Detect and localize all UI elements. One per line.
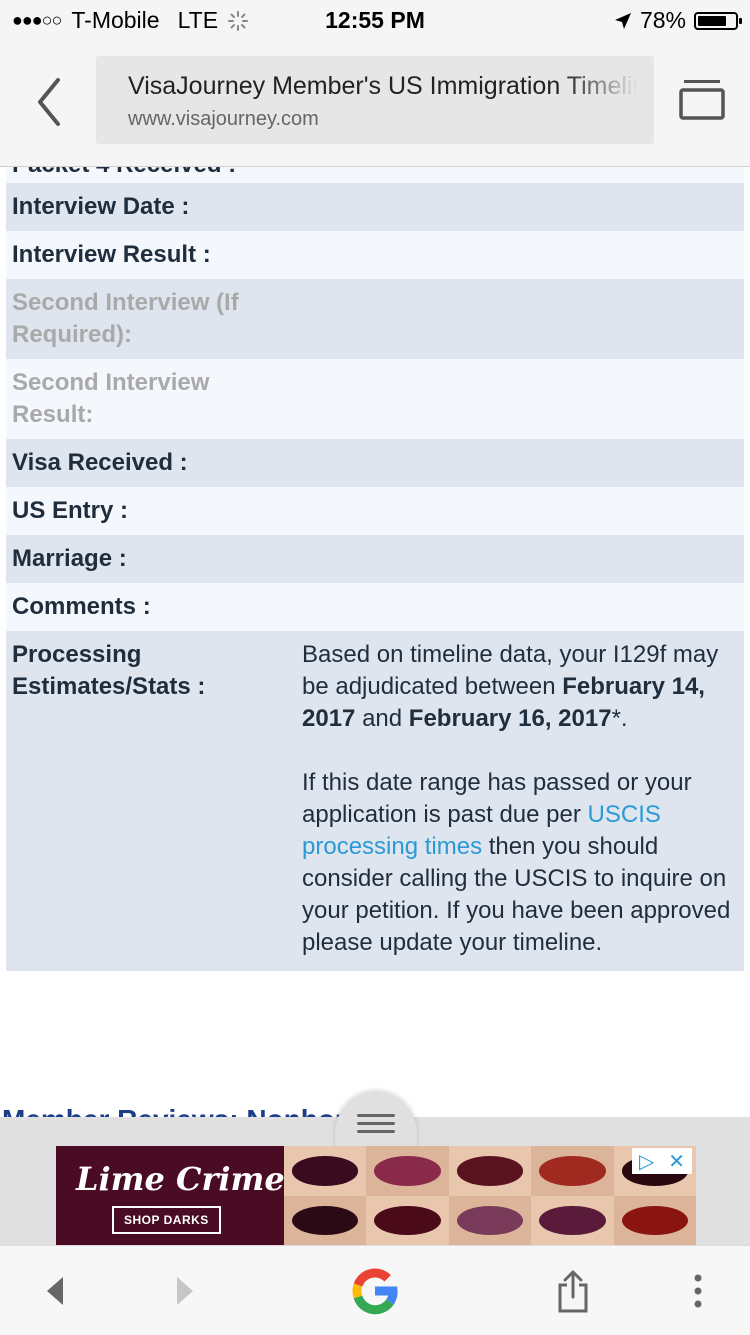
lip-swatch (448, 1146, 532, 1196)
address-bar[interactable]: VisaJourney Member's US Immigration Time… (96, 56, 654, 144)
ad-banner[interactable]: Lime Crime. SHOP DARKS ▷ ✕ (0, 1146, 750, 1245)
bottom-toolbar (0, 1245, 750, 1335)
row-label: Visa Received : (12, 449, 188, 476)
row-label: Interview Date : (12, 193, 190, 220)
lip-swatch (613, 1195, 696, 1245)
lip-swatch (531, 1146, 614, 1196)
lip-swatch (448, 1195, 532, 1245)
estimate-and: and (362, 705, 403, 732)
lip-shape (374, 1156, 441, 1186)
page-title: VisaJourney Member's US Immigration Time… (128, 72, 638, 100)
row-label: Second Interview (If Required): (12, 289, 239, 348)
processing-estimate-text: Based on timeline data, your I129f may b… (302, 639, 738, 959)
google-logo-icon (352, 1268, 398, 1314)
row-label: Second Interview Result: (12, 369, 210, 428)
close-ad-icon[interactable]: ✕ (668, 1149, 685, 1174)
lip-swatch (366, 1195, 449, 1245)
table-row-partial: Packet 4 Received : (6, 167, 744, 183)
back-arrow-icon (47, 1276, 63, 1305)
ad-creative[interactable]: Lime Crime. SHOP DARKS (56, 1146, 696, 1245)
row-label: Comments : (12, 593, 151, 620)
status-bar: ●●●○○ T-Mobile LTE 12:55 PM 78% (0, 0, 750, 40)
timeline-table: Packet 4 Received : Interview Date : Int… (0, 167, 750, 1001)
estimate-asterisk: *. (611, 705, 628, 732)
row-label: Processing Estimates/Stats : (12, 641, 206, 700)
battery-fill (698, 15, 727, 26)
lip-shape (456, 1156, 524, 1186)
overdue-paragraph: If this date range has passed or your ap… (302, 767, 738, 959)
forward-arrow-icon (177, 1276, 193, 1305)
battery-icon (694, 11, 742, 30)
row-label: US Entry : (12, 497, 129, 524)
table-row-second-interview: Second Interview (If Required): (6, 279, 744, 359)
back-button[interactable] (30, 1246, 80, 1335)
menu-button[interactable] (678, 1246, 718, 1335)
lip-swatch (531, 1195, 614, 1245)
browser-toolbar: VisaJourney Member's US Immigration Time… (0, 40, 750, 167)
table-row-comments: Comments : (6, 583, 744, 631)
lip-shape (621, 1205, 688, 1235)
table-row-visa-received: Visa Received : (6, 439, 744, 487)
estimate-end-date: February 16, 2017 (408, 705, 612, 732)
lip-shape (539, 1156, 606, 1186)
battery-percent: 78% (639, 7, 686, 33)
lip-shape (456, 1205, 524, 1235)
forward-button[interactable] (160, 1246, 210, 1335)
member-reviews-heading[interactable]: Member Reviews: Nonbound (2, 1100, 386, 1118)
lip-swatch (366, 1146, 449, 1196)
lip-shape (292, 1205, 359, 1235)
row-label: Marriage : (12, 545, 127, 572)
tabs-icon[interactable] (678, 78, 726, 122)
table-row-second-interview-result: Second Interview Result: (6, 359, 744, 439)
row-label: Interview Result : (12, 241, 211, 268)
adchoices-icon[interactable]: ▷ (639, 1149, 654, 1174)
hamburger-icon (357, 1114, 395, 1138)
more-vertical-icon (694, 1274, 702, 1307)
shop-darks-button[interactable]: SHOP DARKS (112, 1206, 221, 1234)
lip-swatch (284, 1195, 367, 1245)
row-label: Packet 4 Received : (12, 167, 236, 178)
table-row-us-entry: US Entry : (6, 487, 744, 535)
lip-shape (539, 1205, 606, 1235)
lip-shape (292, 1156, 359, 1186)
share-button[interactable] (548, 1246, 598, 1335)
table-row-processing-estimates: Processing Estimates/Stats : Based on ti… (6, 631, 744, 971)
lip-swatch (284, 1146, 367, 1196)
table-row-marriage: Marriage : (6, 535, 744, 583)
location-arrow-icon (614, 12, 631, 29)
share-icon (558, 1270, 588, 1312)
lip-shape (374, 1205, 441, 1235)
table-row-interview-result: Interview Result : (6, 231, 744, 279)
back-icon[interactable] (30, 74, 70, 130)
ad-brand-logo: Lime Crime. (76, 1160, 296, 1198)
estimate-paragraph: Based on timeline data, your I129f may b… (302, 639, 738, 735)
table-row-interview-date: Interview Date : (6, 183, 744, 231)
adchoices-controls[interactable]: ▷ ✕ (632, 1148, 692, 1174)
google-button[interactable] (335, 1246, 415, 1335)
page-url: www.visajourney.com (128, 108, 319, 130)
